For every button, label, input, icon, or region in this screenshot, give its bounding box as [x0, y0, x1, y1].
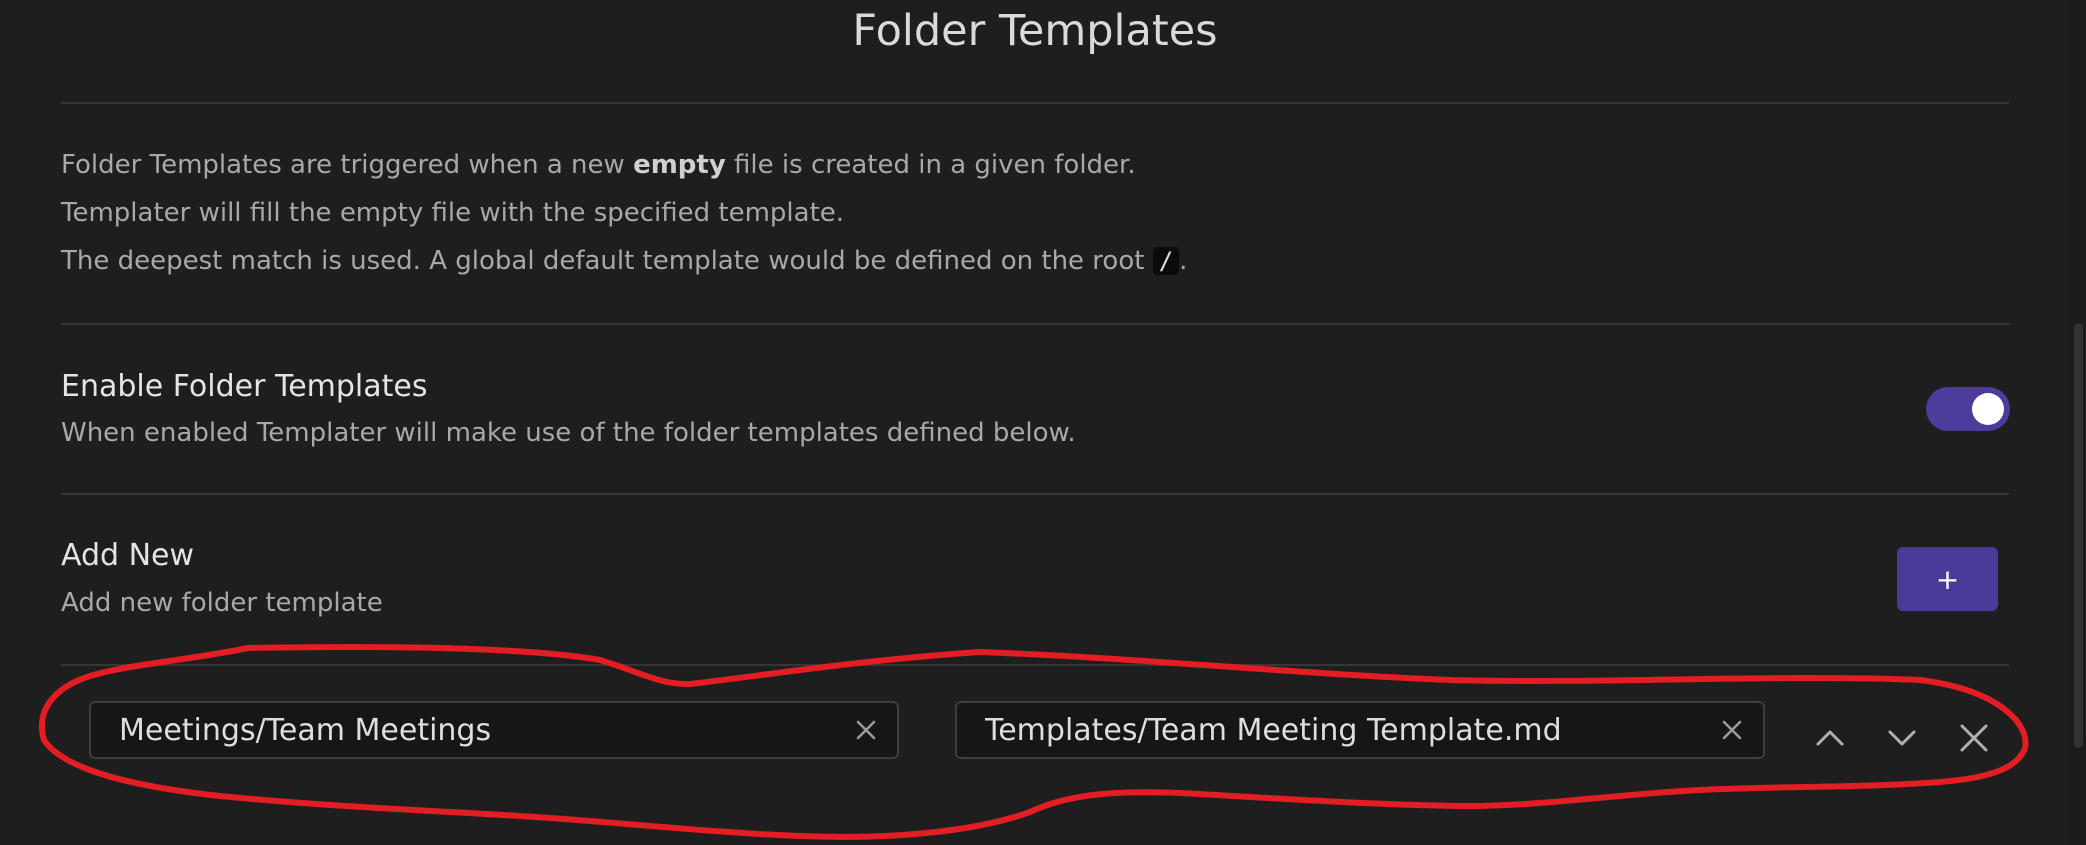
description-text: The deepest match is used. A global defa… — [61, 246, 1153, 276]
chevron-up-icon[interactable] — [1808, 716, 1852, 760]
add-new-name: Add New — [61, 538, 195, 573]
enable-folder-templates-name: Enable Folder Templates — [61, 369, 428, 404]
description-line-2: Templater will fill the empty file with … — [61, 198, 845, 228]
toggle-knob — [1972, 393, 2004, 425]
folder-search-field[interactable] — [89, 701, 899, 759]
template-input[interactable] — [985, 703, 1701, 757]
divider — [61, 323, 2009, 325]
description-text: . — [1179, 246, 1188, 276]
description-bold: empty — [633, 150, 726, 180]
settings-panel: Folder Templates Folder Templates are tr… — [0, 0, 2070, 845]
close-icon[interactable] — [1952, 716, 1996, 760]
chevron-down-icon[interactable] — [1880, 716, 1924, 760]
description-text: Folder Templates are triggered when a ne… — [61, 150, 634, 180]
description-text: file is created in a given folder. — [725, 150, 1136, 180]
enable-folder-templates-description: When enabled Templater will make use of … — [61, 418, 1076, 448]
enable-folder-templates-toggle[interactable] — [1926, 387, 2010, 431]
divider — [61, 493, 2009, 495]
clear-icon[interactable] — [1717, 715, 1747, 745]
description-line-3: The deepest match is used. A global defa… — [61, 246, 1187, 276]
clear-icon[interactable] — [851, 715, 881, 745]
add-new-button[interactable]: + — [1897, 547, 1998, 611]
divider — [61, 102, 2009, 104]
template-search-field[interactable] — [955, 701, 1765, 759]
scrollbar-thumb[interactable] — [2074, 323, 2083, 748]
page-title: Folder Templates — [852, 6, 1218, 56]
root-path-code: / — [1152, 247, 1180, 275]
divider — [61, 664, 2009, 666]
folder-input[interactable] — [119, 703, 835, 757]
description-line-1: Folder Templates are triggered when a ne… — [61, 150, 1136, 180]
add-new-description: Add new folder template — [61, 588, 383, 618]
